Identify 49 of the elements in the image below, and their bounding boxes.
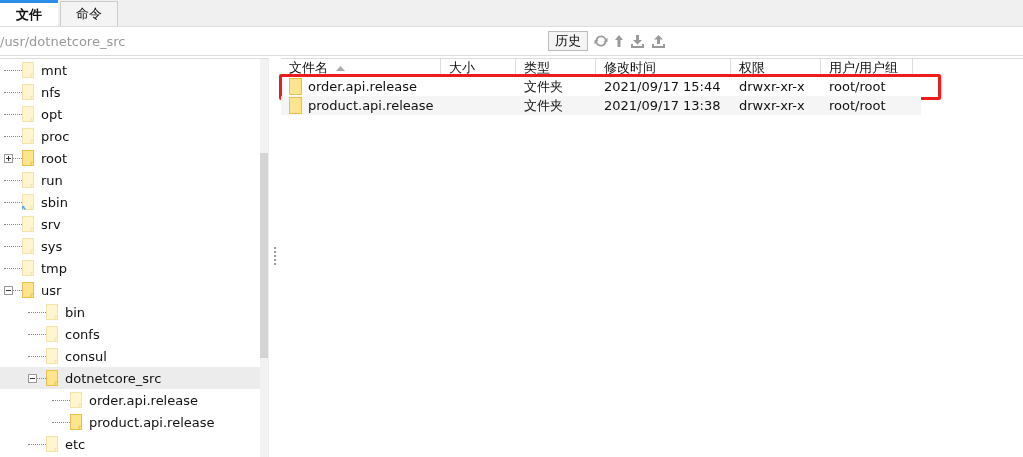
folder-name[interactable]: tmp — [41, 260, 67, 276]
column-header[interactable]: 文件名 — [281, 59, 441, 77]
folder-name[interactable]: bin — [65, 304, 86, 320]
folder-name[interactable]: dotnetcore_src — [65, 370, 162, 386]
table-cell: 文件夹 — [524, 77, 563, 96]
folder-name[interactable]: mnt — [41, 62, 67, 78]
scrollbar[interactable] — [260, 59, 268, 457]
tab[interactable]: 命令 — [60, 1, 118, 26]
file-name[interactable]: order.api.release — [308, 79, 417, 94]
file-name[interactable]: product.api.release — [308, 98, 434, 113]
folder-name[interactable]: etc — [65, 436, 86, 452]
table-cell: 2021/09/17 13:38 — [604, 98, 721, 113]
folder-icon — [289, 97, 302, 114]
selected-tree-row[interactable]: dotnetcore_src — [0, 367, 260, 389]
download-icon — [630, 34, 645, 48]
column-header[interactable]: 大小 — [441, 59, 516, 77]
table-cell: root/root — [829, 98, 886, 113]
history-button[interactable]: 历史 — [548, 31, 588, 51]
folder-name[interactable]: order.api.release — [89, 392, 198, 408]
folder-name[interactable]: product.api.release — [89, 414, 215, 430]
folder-name[interactable]: sys — [41, 238, 63, 254]
table-cell: 文件夹 — [524, 96, 563, 115]
tab[interactable]: 文件 — [0, 0, 58, 26]
column-header[interactable]: 类型 — [516, 59, 596, 77]
folder-name[interactable]: consul — [65, 348, 107, 364]
folder-name[interactable]: proc — [41, 128, 70, 144]
folder-icon — [289, 78, 302, 95]
table-cell: 2021/09/17 15:44 — [604, 79, 721, 94]
column-header[interactable]: 用户/用户组 — [821, 59, 913, 77]
upload-icon — [651, 34, 666, 48]
scrollbar-thumb[interactable] — [260, 153, 268, 358]
up-arrow-icon — [614, 34, 624, 48]
folder-name[interactable]: sbin — [41, 194, 68, 210]
collapse-icon[interactable] — [28, 373, 37, 383]
table-cell: drwxr-xr-x — [739, 98, 805, 113]
collapse-icon[interactable] — [4, 285, 13, 295]
table-cell: root/root — [829, 79, 886, 94]
folder-name[interactable]: nfs — [41, 84, 61, 100]
folder-name[interactable]: confs — [65, 326, 100, 342]
column-header[interactable]: 修改时间 — [596, 59, 731, 77]
expand-icon[interactable] — [4, 153, 13, 163]
folder-name[interactable]: opt — [41, 106, 63, 122]
folder-name[interactable]: root — [41, 150, 68, 166]
column-header[interactable]: 权限 — [731, 59, 821, 77]
folder-name[interactable]: srv — [41, 216, 61, 232]
refresh-icon — [594, 34, 608, 48]
table-cell: drwxr-xr-x — [739, 79, 805, 94]
folder-name[interactable]: run — [41, 172, 63, 188]
folder-name[interactable]: usr — [41, 282, 62, 298]
